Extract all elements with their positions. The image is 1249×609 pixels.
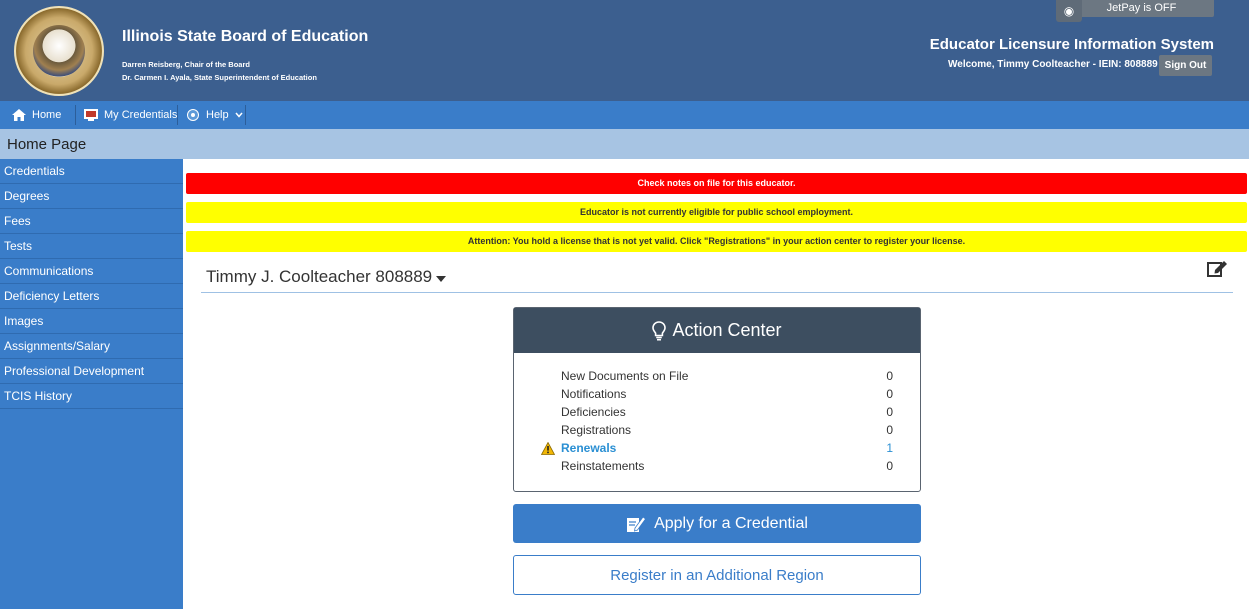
main-nav: Home My Credentials Help [0,101,1249,129]
seal-emblem [33,25,85,77]
eligibility-alert: Educator is not currently eligible for p… [186,202,1247,223]
action-row-label: Reinstatements [561,459,645,473]
lightbulb-icon [652,320,667,341]
action-row-count: 0 [886,423,893,437]
action-row-count: 0 [886,459,893,473]
nav-divider [245,105,246,125]
superintendent-text: Dr. Carmen I. Ayala, State Superintenden… [122,73,317,82]
apply-credential-button[interactable]: Apply for a Credential [513,504,921,543]
nav-my-credentials[interactable]: My Credentials [84,101,177,129]
notes-alert: Check notes on file for this educator. [186,173,1247,194]
state-seal-logo [14,6,104,96]
sign-document-icon [627,515,647,532]
attention-alert: Attention: You hold a license that is no… [186,231,1247,252]
site-header: Illinois State Board of Education Darren… [0,0,1249,101]
help-icon [187,109,199,121]
org-title: Illinois State Board of Education [122,28,369,45]
page-title: Home Page [7,136,87,153]
system-title: Educator Licensure Information System [929,36,1214,53]
educator-name: Timmy J. Coolteacher 808889 [206,267,433,286]
nav-home[interactable]: Home [12,101,61,129]
sidebar-item-deficiency-letters[interactable]: Deficiency Letters [0,284,183,309]
chair-text: Darren Reisberg, Chair of the Board [122,60,250,69]
action-row-registrations[interactable]: Registrations 0 [561,423,893,441]
sidebar-item-professional-development[interactable]: Professional Development [0,359,183,384]
action-row-count: 0 [886,387,893,401]
action-row-renewals[interactable]: Renewals 1 [541,441,893,459]
action-row-label: Notifications [561,387,627,401]
jetpay-status-button[interactable]: JetPay is OFF [1069,0,1214,17]
action-center-list: New Documents on File 0 Notifications 0 … [541,369,893,477]
action-row-label: Registrations [561,423,632,437]
educator-name-dropdown[interactable]: Timmy J. Coolteacher 808889 [206,267,447,287]
action-row-label: Deficiencies [561,405,626,419]
register-region-button[interactable]: Register in an Additional Region [513,555,921,595]
sidebar-item-communications[interactable]: Communications [0,259,183,284]
nav-help[interactable]: Help [186,101,243,129]
action-row-count: 1 [886,441,893,455]
sidebar: Credentials Degrees Fees Tests Communica… [0,159,183,609]
caret-down-icon [436,275,447,282]
sidebar-item-assignments-salary[interactable]: Assignments/Salary [0,334,183,359]
sidebar-item-images[interactable]: Images [0,309,183,334]
action-row-label: New Documents on File [561,369,689,383]
home-icon [12,109,26,121]
sidebar-item-tests[interactable]: Tests [0,234,183,259]
apply-credential-label: Apply for a Credential [654,514,808,532]
nav-help-label: Help [206,109,229,121]
action-center-panel: Action Center New Documents on File 0 No… [513,307,921,492]
credentials-icon [84,109,98,121]
settings-icon[interactable]: ◉ [1056,0,1082,22]
action-row-reinstatements[interactable]: Reinstatements 0 [561,459,893,477]
nav-home-label: Home [32,109,62,121]
register-region-label: Register in an Additional Region [610,566,824,584]
nav-credentials-label: My Credentials [104,109,178,121]
welcome-text: Welcome, Timmy Coolteacher - IEIN: 80888… [948,59,1158,70]
section-divider [201,292,1233,293]
action-row-label: Renewals [561,441,617,455]
action-row-notifications[interactable]: Notifications 0 [561,387,893,405]
action-center-title: Action Center [672,320,782,340]
sidebar-item-fees[interactable]: Fees [0,209,183,234]
action-row-count: 0 [886,369,893,383]
page-title-bar: Home Page [0,129,1249,159]
chevron-down-icon [235,112,243,118]
sidebar-item-degrees[interactable]: Degrees [0,184,183,209]
nav-divider [75,105,76,125]
sign-out-button[interactable]: Sign Out [1159,55,1212,76]
action-row-new-documents[interactable]: New Documents on File 0 [561,369,893,387]
action-row-count: 0 [886,405,893,419]
edit-icon[interactable] [1206,259,1228,279]
warning-icon [541,442,555,455]
action-center-header: Action Center [514,308,920,353]
sidebar-item-credentials[interactable]: Credentials [0,159,183,184]
action-row-deficiencies[interactable]: Deficiencies 0 [561,405,893,423]
nav-divider [177,105,178,125]
sidebar-item-tcis-history[interactable]: TCIS History [0,384,183,409]
